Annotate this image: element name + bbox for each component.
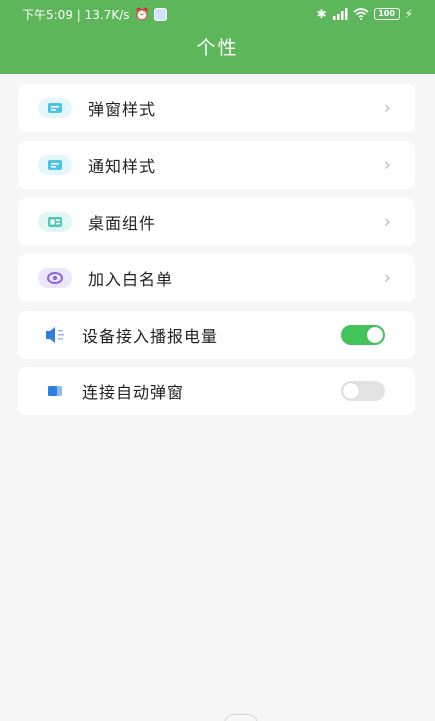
whitelist-icon	[38, 268, 72, 288]
page-title: 个性	[196, 37, 239, 59]
menu-item-label: 加入白名单	[88, 270, 174, 289]
menu-item-popup-style[interactable]: 弹窗样式 ›	[18, 84, 415, 132]
bluetooth-icon: ✱	[316, 7, 327, 21]
status-time-speed: 下午5:09 | 13.7K/s	[22, 7, 130, 22]
menu-item-notification-style[interactable]: 通知样式 ›	[18, 141, 415, 189]
menu-item-whitelist[interactable]: 加入白名单 ›	[18, 254, 415, 302]
chevron-right-icon: ›	[383, 97, 391, 119]
toggle-knob	[343, 383, 359, 399]
home-gesture-indicator[interactable]	[224, 714, 258, 721]
battery-broadcast-toggle[interactable]	[341, 325, 385, 345]
battery-icon: 100	[373, 8, 400, 20]
signal-icon	[332, 8, 348, 20]
menu-item-desktop-widget[interactable]: 桌面组件 ›	[18, 198, 415, 246]
status-bar: 下午5:09 | 13.7K/s ⏰ ✱ 100 ⚡	[0, 0, 435, 28]
menu-item-label: 桌面组件	[88, 214, 157, 233]
setting-auto-popup: 连接自动弹窗	[18, 367, 415, 415]
menu-item-label: 弹窗样式	[88, 100, 157, 119]
chevron-right-icon: ›	[383, 267, 391, 289]
alarm-icon: ⏰	[134, 7, 150, 21]
app-header: 下午5:09 | 13.7K/s ⏰ ✱ 100 ⚡ 个性	[0, 0, 435, 74]
chevron-right-icon: ›	[383, 211, 391, 233]
setting-label: 设备接入播报电量	[82, 327, 219, 346]
status-right: ✱ 100 ⚡	[316, 7, 413, 21]
setting-label: 连接自动弹窗	[82, 383, 185, 402]
chevron-right-icon: ›	[383, 154, 391, 176]
auto-popup-icon	[38, 381, 72, 401]
toggle-knob	[367, 327, 383, 343]
status-left: 下午5:09 | 13.7K/s ⏰	[22, 6, 168, 23]
speaker-icon	[38, 325, 72, 345]
popup-style-icon	[38, 98, 72, 118]
menu-item-label: 通知样式	[88, 157, 157, 176]
wifi-icon	[353, 8, 369, 20]
setting-battery-broadcast: 设备接入播报电量	[18, 311, 415, 359]
charging-icon: ⚡	[404, 7, 413, 21]
auto-popup-toggle[interactable]	[341, 381, 385, 401]
app-notification-icon	[154, 7, 168, 21]
desktop-widget-icon	[38, 212, 72, 232]
notification-style-icon	[38, 155, 72, 175]
